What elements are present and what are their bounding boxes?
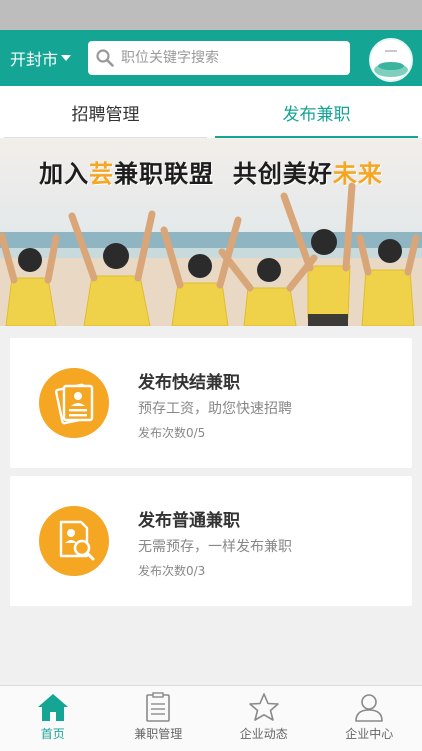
card-title: 发布普通兼职 — [138, 506, 240, 531]
nav-company-center[interactable]: 企业中心 — [317, 686, 422, 751]
bottom-nav: 首页 兼职管理 企业动态 企业中心 — [0, 685, 422, 751]
publish-quick-parttime-card[interactable]: 发布快结兼职 预存工资，助您快速招聘 发布次数0/5 — [10, 338, 412, 468]
publish-normal-parttime-card[interactable]: 发布普通兼职 无需预存，一样发布兼职 发布次数0/3 — [10, 476, 412, 606]
top-header: 开封市 — [0, 30, 422, 86]
publish-count: 发布次数0/5 — [138, 424, 205, 441]
search-icon — [95, 48, 115, 68]
tab-bar: 招聘管理 发布兼职 — [0, 86, 422, 138]
resume-icon — [39, 368, 109, 438]
home-icon — [37, 692, 69, 722]
card-title: 发布快结兼职 — [138, 368, 240, 393]
star-icon — [248, 692, 280, 722]
user-icon — [353, 692, 385, 722]
nav-company-news[interactable]: 企业动态 — [211, 686, 317, 751]
card-subtitle: 无需预存，一样发布兼职 — [138, 536, 292, 556]
clipboard-icon — [142, 692, 174, 722]
publish-count: 发布次数0/3 — [138, 562, 205, 579]
card-subtitle: 预存工资，助您快速招聘 — [138, 398, 292, 418]
tab-publish-parttime[interactable]: 发布兼职 — [211, 86, 422, 138]
search-box[interactable] — [88, 41, 350, 75]
document-search-icon — [39, 506, 109, 576]
promo-banner[interactable]: 加入芸兼职联盟 共创美好未来 — [0, 138, 422, 326]
banner-title: 加入芸兼职联盟 共创美好未来 — [0, 154, 422, 189]
city-selector[interactable]: 开封市 — [10, 46, 82, 70]
nav-label: 兼职管理 — [134, 725, 182, 742]
city-label: 开封市 — [10, 46, 58, 70]
caret-down-icon — [61, 55, 71, 61]
nav-label: 首页 — [41, 725, 65, 742]
search-input[interactable] — [119, 49, 333, 67]
nav-parttime-management[interactable]: 兼职管理 — [106, 686, 212, 751]
nav-label: 企业动态 — [240, 725, 288, 742]
status-bar — [0, 0, 422, 30]
avatar[interactable] — [369, 38, 413, 82]
tab-recruit-management[interactable]: 招聘管理 — [0, 86, 211, 138]
nav-label: 企业中心 — [345, 725, 393, 742]
nav-home[interactable]: 首页 — [0, 686, 106, 751]
